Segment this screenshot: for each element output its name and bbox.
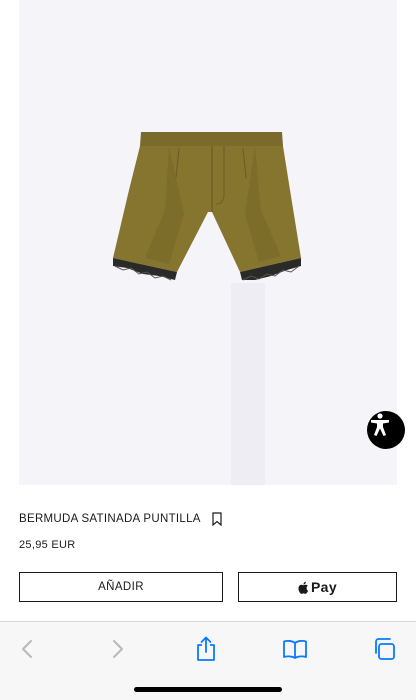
accessibility-icon (371, 413, 389, 436)
product-price: 25,95 EUR (19, 539, 76, 551)
apple-pay-button[interactable]: Pay (238, 572, 397, 602)
product-title: BERMUDA SATINADA PUNTILLA (19, 513, 201, 525)
add-to-cart-button[interactable]: AÑADIR (19, 572, 223, 602)
tabs-icon[interactable] (370, 635, 398, 663)
apple-logo-icon (298, 581, 309, 594)
back-icon[interactable] (13, 635, 41, 663)
home-indicator (134, 687, 282, 692)
forward-icon[interactable] (104, 635, 132, 663)
shorts-image (113, 132, 301, 485)
apple-pay-label: Pay (310, 579, 338, 595)
share-icon[interactable] (192, 635, 220, 663)
product-image[interactable] (19, 0, 405, 485)
bookmarks-icon[interactable] (281, 635, 309, 663)
product-title-row: BERMUDA SATINADA PUNTILLA (19, 512, 223, 526)
accessibility-button[interactable] (367, 411, 405, 449)
bookmark-icon[interactable] (211, 512, 223, 526)
